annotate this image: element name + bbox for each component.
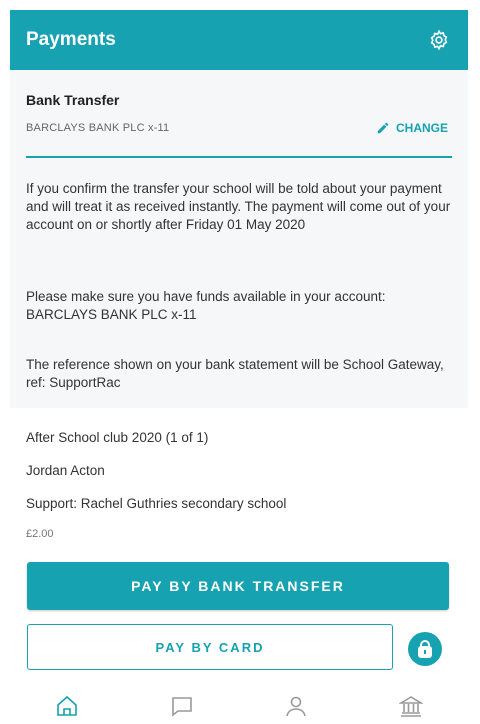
item-name: After School club 2020 (1 of 1) — [26, 430, 209, 445]
nav-home[interactable] — [37, 688, 97, 724]
pencil-icon — [377, 122, 389, 134]
home-icon — [57, 695, 78, 716]
change-label: CHANGE — [395, 121, 448, 135]
profile-icon — [286, 696, 307, 717]
bank-account-label: BARCLAYS BANK PLC x-11 — [26, 122, 170, 134]
nav-bank[interactable] — [381, 688, 441, 724]
transfer-info-text: If you confirm the transfer your school … — [26, 181, 451, 232]
bank-transfer-title: Bank Transfer — [26, 92, 120, 108]
pay-by-bank-transfer-button[interactable]: PAY BY BANK TRANSFER — [27, 562, 449, 610]
app-header: Payments — [10, 10, 468, 70]
page-title: Payments — [26, 29, 116, 50]
app-frame: Payments Bank Transfer BARCLAYS BANK PLC… — [10, 0, 468, 724]
nav-profile[interactable] — [266, 688, 326, 724]
lock-icon[interactable] — [408, 632, 442, 666]
bank-icon — [398, 696, 423, 717]
student-name: Jordan Acton — [26, 463, 105, 478]
divider — [26, 156, 452, 158]
bottom-nav — [10, 688, 468, 724]
message-icon — [171, 697, 192, 717]
funds-notice-text: Please make sure you have funds availabl… — [26, 289, 386, 322]
bank-transfer-panel: Bank Transfer BARCLAYS BANK PLC x-11 CHA… — [10, 70, 468, 408]
change-bank-button[interactable]: CHANGE — [376, 121, 448, 135]
nav-messages[interactable] — [152, 688, 212, 724]
gear-icon[interactable] — [426, 27, 452, 53]
pay-by-card-button[interactable]: PAY BY CARD — [27, 624, 393, 670]
school-name: Support: Rachel Guthries secondary schoo… — [26, 496, 287, 511]
reference-text: The reference shown on your bank stateme… — [26, 357, 444, 390]
item-amount: £2.00 — [26, 528, 54, 540]
